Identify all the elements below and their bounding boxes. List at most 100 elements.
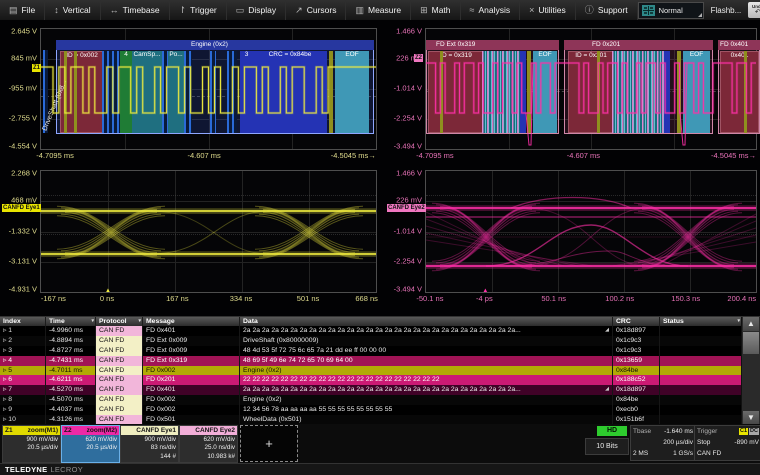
decode-frame-title-bar: FD 0x401 bbox=[718, 40, 760, 50]
menu-item-analysis[interactable]: ≈Analysis bbox=[461, 0, 521, 20]
y-axis-label: 1.466 V bbox=[385, 169, 422, 178]
column-header-data[interactable]: Data bbox=[240, 317, 613, 326]
x-axis-label: 100.2 ns bbox=[605, 294, 634, 303]
table-row[interactable]: ▹ 3-4.8727 msCAN FDFD Ext 0x00948 4d 53 … bbox=[0, 346, 742, 356]
scroll-thumb[interactable] bbox=[743, 332, 759, 354]
decode-frame-title: FD 0x201 bbox=[592, 40, 620, 50]
decode-bit-stripes bbox=[210, 51, 216, 133]
trigger-descriptor[interactable]: Trigger C1 DC Stop -890 mV CAN FD bbox=[694, 425, 760, 461]
x-axis-label: 0 ns bbox=[100, 294, 114, 303]
zoom-grid-1[interactable]: DriveShaft (0x8...Engine (0x2)ID = 0x002… bbox=[40, 28, 377, 150]
x-axis-label: -167 ns bbox=[41, 294, 66, 303]
grid-mode-button[interactable]: Normal bbox=[638, 2, 704, 19]
table-row[interactable]: ▹ 2-4.8894 msCAN FDFD Ext 0x009DriveShaf… bbox=[0, 336, 742, 346]
sigma-dotted-line bbox=[426, 234, 756, 235]
decode-brs-box bbox=[664, 51, 670, 133]
utilities-icon: × bbox=[529, 0, 534, 20]
sort-arrow-icon[interactable]: ▾ bbox=[138, 317, 141, 326]
trace-label-badge[interactable]: Z2 bbox=[414, 54, 423, 62]
undo-button[interactable]: Undo ↶ bbox=[748, 2, 760, 18]
table-row[interactable]: ▹ 5-4.7011 msCAN FDFD 0x002Engine (0x2)0… bbox=[0, 366, 742, 376]
sort-arrow-icon[interactable]: ▾ bbox=[737, 317, 740, 326]
descriptor-z1[interactable]: Z1zoom(M1)900 mV/div20.5 µs/div bbox=[2, 425, 61, 463]
decode-frame-title-bar: Engine (0x2) bbox=[56, 40, 374, 50]
tbase-delay-value: -1.640 ms bbox=[664, 426, 693, 437]
resolution-bits-label: 10 Bits bbox=[585, 438, 629, 455]
cell-msg: FD 0x002 bbox=[143, 366, 240, 376]
y-axis-label: -955 mV bbox=[0, 84, 37, 93]
menu-item-support[interactable]: ⓘSupport bbox=[576, 0, 638, 20]
truncated-data-icon: ◢ bbox=[605, 326, 609, 336]
brand-teledyne: TELEDYNE bbox=[5, 465, 47, 474]
cell-crc: 0x18d897 bbox=[613, 326, 660, 336]
menu-item-cursors[interactable]: ↗Cursors bbox=[286, 0, 346, 20]
hd-mode-badge[interactable]: HD bbox=[597, 426, 627, 436]
scroll-down-button[interactable]: ▼ bbox=[743, 411, 759, 425]
decode-eof-box: EOF bbox=[533, 51, 557, 133]
x-axis-label: 50.1 ns bbox=[541, 294, 566, 303]
menu-item-display[interactable]: ▭Display bbox=[227, 0, 286, 20]
descriptor-canfd-eye1[interactable]: CANFD Eye1900 mV/div83 ns/div144 # bbox=[120, 425, 179, 463]
decode-id-box: 0x401 bbox=[720, 51, 759, 133]
decode-id-box: ID = 0x002 bbox=[60, 51, 104, 133]
cell-msg: FD 0x002 bbox=[143, 405, 240, 415]
x-axis-label: -4.7095 ms bbox=[416, 151, 454, 160]
column-header-crc[interactable]: CRC bbox=[613, 317, 660, 326]
sample-count: 2 MS bbox=[633, 448, 648, 459]
table-row[interactable]: ▹ 9-4.4037 msCAN FDFD 0x00212 34 56 78 a… bbox=[0, 405, 742, 415]
trace-label-badge[interactable]: CANFD Eye2 bbox=[387, 204, 426, 212]
column-header-status[interactable]: Status▾ bbox=[660, 317, 742, 326]
menu-item-math[interactable]: ⊞Math bbox=[411, 0, 460, 20]
eye-grid-1[interactable]: ▲ bbox=[40, 170, 377, 293]
menu-item-utilities[interactable]: ×Utilities bbox=[520, 0, 576, 20]
decode-frame-fd-0x401: FD 0x4010x401 bbox=[718, 40, 760, 134]
x-axis-label: 200.4 ns bbox=[727, 294, 756, 303]
trace-label-badge[interactable]: Z1 bbox=[32, 64, 41, 72]
flashback-button[interactable]: Flashb... bbox=[711, 6, 742, 15]
decode-dlc-box: 4 bbox=[120, 51, 132, 133]
cell-crc: 0x1c9c3 bbox=[613, 346, 660, 356]
menu-item-file[interactable]: ▤File bbox=[0, 0, 45, 20]
descriptor-canfd-eye2[interactable]: CANFD Eye2620 mV/div25.0 ns/div10.983 k# bbox=[179, 425, 238, 463]
gridline-horizontal bbox=[41, 232, 376, 233]
table-row[interactable]: ▹ 8-4.5070 msCAN FDFD 0x002Engine (0x2)0… bbox=[0, 395, 742, 405]
timebase-descriptor[interactable]: Tbase -1.640 ms 200 µs/div 2 MS 1 GS/s bbox=[630, 425, 696, 461]
column-header-message[interactable]: Message bbox=[143, 317, 240, 326]
menu-item-measure[interactable]: ▥Measure bbox=[346, 0, 411, 20]
decode-frame-engine: Engine (0x2)ID = 0x0024CamSp...Po...3CRC… bbox=[56, 40, 374, 134]
decode-field-box: CamSp... bbox=[132, 51, 162, 133]
descriptor-z2[interactable]: Z2zoom(M2)620 mV/div20.5 µs/div bbox=[61, 425, 120, 463]
y-axis-label: 2.645 V bbox=[0, 27, 37, 36]
measure-icon: ▥ bbox=[355, 0, 364, 20]
decode-bit-stripes bbox=[184, 51, 192, 133]
table-body: ▹ 1-4.9960 msCAN FDFD 0x4012a 2a 2a 2a 2… bbox=[0, 326, 742, 425]
trace-label-badge[interactable]: CANFD Eye1 bbox=[2, 204, 41, 212]
column-header-protocol[interactable]: Protocol▾ bbox=[96, 317, 143, 326]
descriptor-header: CANFD Eye2 bbox=[180, 426, 237, 435]
descriptor-title: CANFD Eye2 bbox=[195, 426, 235, 435]
menu-item-vertical[interactable]: ↕Vertical bbox=[45, 0, 100, 20]
sort-arrow-icon[interactable]: ▾ bbox=[91, 317, 94, 326]
scroll-up-button[interactable]: ▲ bbox=[743, 317, 759, 331]
table-row[interactable]: ▹ 1-4.9960 msCAN FDFD 0x4012a 2a 2a 2a 2… bbox=[0, 326, 742, 336]
menu-item-timebase[interactable]: ↔Timebase bbox=[101, 0, 170, 20]
descriptor-title: zoom(M1) bbox=[28, 426, 58, 435]
cell-status bbox=[660, 346, 742, 356]
table-row[interactable]: ▹ 4-4.7431 msCAN FDFD Ext 0x31948 69 5f … bbox=[0, 356, 742, 366]
menu-item-label: Vertical bbox=[63, 5, 91, 15]
decode-frame-title-bar: FD 0x201 bbox=[564, 40, 713, 50]
column-header-time[interactable]: Time▾ bbox=[46, 317, 96, 326]
cell-time: -4.7431 ms bbox=[46, 356, 96, 366]
table-row[interactable]: ▹ 7-4.5270 msCAN FDFD 0x4012a 2a 2a 2a 2… bbox=[0, 385, 742, 395]
table-row[interactable]: ▹ 6-4.6211 msCAN FDFD 0x20122 22 22 22 2… bbox=[0, 375, 742, 385]
x-axis-label: -4.5045 ms→ bbox=[331, 151, 376, 160]
eye-grid-2[interactable]: ▲ bbox=[425, 170, 757, 293]
cell-crc: 0xecb0 bbox=[613, 405, 660, 415]
trigger-time-marker: ▲ bbox=[105, 288, 111, 294]
zoom-grid-2[interactable]: FD Ext 0x319ID = 0x319EOFFD 0x201ID = 0x… bbox=[425, 28, 757, 150]
column-header-index[interactable]: Index bbox=[0, 317, 46, 326]
decode-brs-box bbox=[520, 51, 526, 133]
table-scrollbar[interactable]: ▲ ▼ bbox=[741, 317, 760, 425]
menu-item-trigger[interactable]: ↾Trigger bbox=[170, 0, 227, 20]
add-trace-button[interactable]: + bbox=[240, 425, 298, 462]
